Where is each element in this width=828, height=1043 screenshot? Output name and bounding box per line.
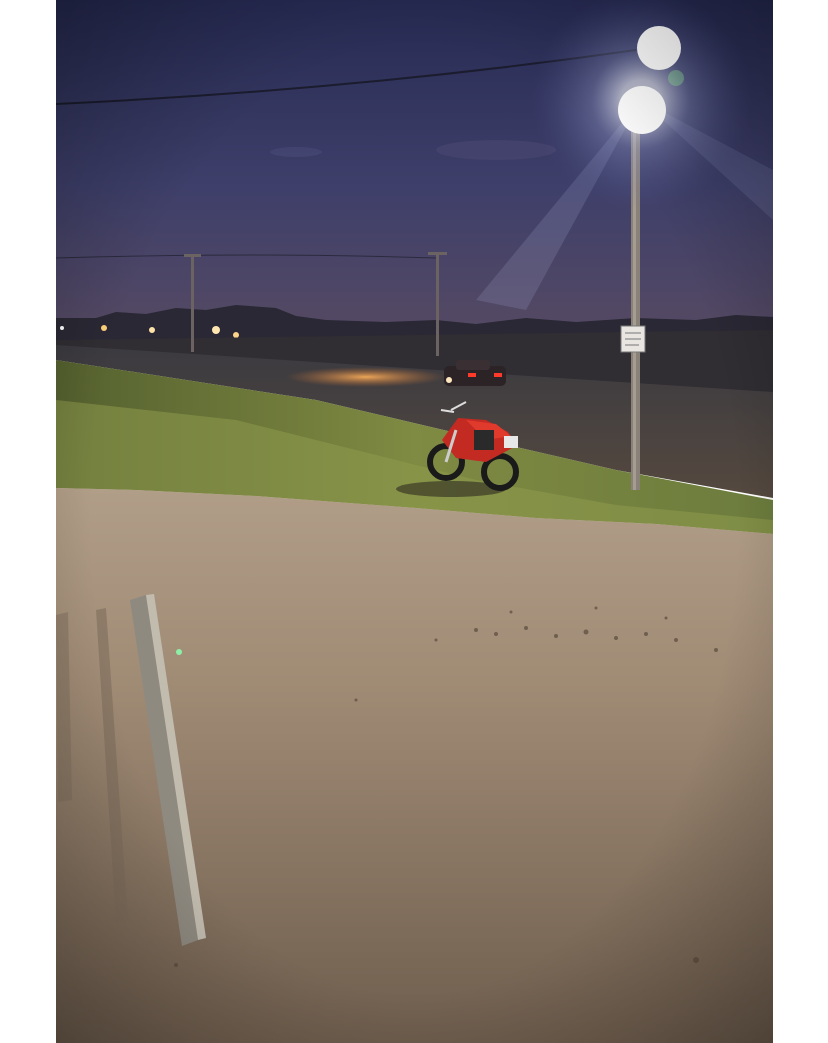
page (0, 0, 828, 1043)
vignette (56, 0, 773, 1043)
night-road-photo (56, 0, 773, 1043)
photo-frame (56, 0, 773, 1043)
